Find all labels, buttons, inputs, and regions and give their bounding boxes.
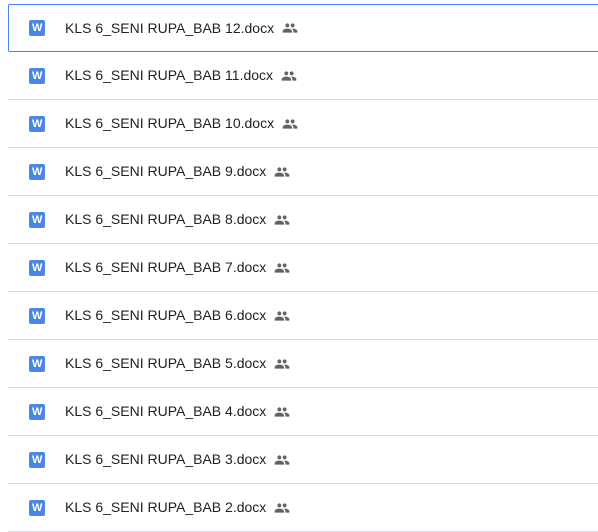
word-doc-icon-letter: W bbox=[32, 453, 42, 466]
shared-people-icon bbox=[274, 500, 290, 516]
file-name-wrap: KLS 6_SENI RUPA_BAB 10.docx bbox=[65, 100, 298, 147]
file-name-cell: KLS 6_SENI RUPA_BAB 6.docx bbox=[65, 292, 290, 339]
word-doc-icon-letter: W bbox=[32, 21, 42, 34]
shared-people-icon bbox=[282, 20, 298, 36]
shared-people-icon bbox=[274, 308, 290, 324]
word-doc-icon-letter: W bbox=[32, 165, 42, 178]
file-row[interactable]: W KLS 6_SENI RUPA_BAB 10.docx bbox=[8, 100, 598, 148]
shared-people-icon bbox=[274, 212, 290, 228]
word-doc-icon: W bbox=[29, 356, 45, 372]
word-doc-icon: W bbox=[29, 68, 45, 84]
shared-people-icon bbox=[281, 68, 297, 84]
file-name[interactable]: KLS 6_SENI RUPA_BAB 2.docx bbox=[65, 484, 266, 531]
file-row[interactable]: W KLS 6_SENI RUPA_BAB 3.docx bbox=[8, 436, 598, 484]
file-name[interactable]: KLS 6_SENI RUPA_BAB 9.docx bbox=[65, 148, 266, 195]
file-name-wrap: KLS 6_SENI RUPA_BAB 12.docx bbox=[65, 5, 298, 51]
word-doc-icon-letter: W bbox=[32, 501, 42, 514]
shared-people-icon bbox=[274, 404, 290, 420]
file-name[interactable]: KLS 6_SENI RUPA_BAB 11.docx bbox=[65, 52, 273, 99]
file-name-wrap: KLS 6_SENI RUPA_BAB 8.docx bbox=[65, 196, 290, 243]
file-name[interactable]: KLS 6_SENI RUPA_BAB 7.docx bbox=[65, 244, 266, 291]
shared-people-icon bbox=[274, 164, 290, 180]
word-doc-icon: W bbox=[29, 260, 45, 276]
file-row[interactable]: W KLS 6_SENI RUPA_BAB 5.docx bbox=[8, 340, 598, 388]
file-name-cell: KLS 6_SENI RUPA_BAB 7.docx bbox=[65, 244, 290, 291]
word-doc-icon: W bbox=[29, 452, 45, 468]
shared-people-icon bbox=[274, 356, 290, 372]
word-doc-icon-letter: W bbox=[32, 213, 42, 226]
file-row[interactable]: W KLS 6_SENI RUPA_BAB 6.docx bbox=[8, 292, 598, 340]
file-list: W KLS 6_SENI RUPA_BAB 12.docx W KLS 6_SENI … bbox=[0, 0, 598, 532]
file-name[interactable]: KLS 6_SENI RUPA_BAB 3.docx bbox=[65, 436, 266, 483]
word-doc-icon: W bbox=[29, 404, 45, 420]
word-doc-icon: W bbox=[29, 308, 45, 324]
file-name-wrap: KLS 6_SENI RUPA_BAB 2.docx bbox=[65, 484, 290, 531]
file-name-cell: KLS 6_SENI RUPA_BAB 8.docx bbox=[65, 196, 290, 243]
shared-people-icon bbox=[274, 452, 290, 468]
file-row[interactable]: W KLS 6_SENI RUPA_BAB 4.docx bbox=[8, 388, 598, 436]
file-name-cell: KLS 6_SENI RUPA_BAB 11.docx bbox=[65, 52, 297, 99]
file-row[interactable]: W KLS 6_SENI RUPA_BAB 2.docx bbox=[8, 484, 598, 532]
file-row[interactable]: W KLS 6_SENI RUPA_BAB 11.docx bbox=[8, 52, 598, 100]
file-name-wrap: KLS 6_SENI RUPA_BAB 9.docx bbox=[65, 148, 290, 195]
file-row[interactable]: W KLS 6_SENI RUPA_BAB 9.docx bbox=[8, 148, 598, 196]
file-name[interactable]: KLS 6_SENI RUPA_BAB 4.docx bbox=[65, 388, 266, 435]
file-name-wrap: KLS 6_SENI RUPA_BAB 6.docx bbox=[65, 292, 290, 339]
file-name-cell: KLS 6_SENI RUPA_BAB 10.docx bbox=[65, 100, 298, 147]
shared-people-icon bbox=[282, 116, 298, 132]
file-name-cell: KLS 6_SENI RUPA_BAB 12.docx bbox=[65, 5, 298, 51]
file-name-wrap: KLS 6_SENI RUPA_BAB 7.docx bbox=[65, 244, 290, 291]
word-doc-icon-letter: W bbox=[32, 261, 42, 274]
file-name-cell: KLS 6_SENI RUPA_BAB 2.docx bbox=[65, 484, 290, 531]
file-name[interactable]: KLS 6_SENI RUPA_BAB 6.docx bbox=[65, 292, 266, 339]
file-name-wrap: KLS 6_SENI RUPA_BAB 3.docx bbox=[65, 436, 290, 483]
shared-people-icon bbox=[274, 260, 290, 276]
file-name-wrap: KLS 6_SENI RUPA_BAB 11.docx bbox=[65, 52, 297, 99]
file-name[interactable]: KLS 6_SENI RUPA_BAB 12.docx bbox=[65, 5, 274, 51]
file-row[interactable]: W KLS 6_SENI RUPA_BAB 8.docx bbox=[8, 196, 598, 244]
word-doc-icon-letter: W bbox=[32, 357, 42, 370]
file-name-cell: KLS 6_SENI RUPA_BAB 5.docx bbox=[65, 340, 290, 387]
file-name-cell: KLS 6_SENI RUPA_BAB 3.docx bbox=[65, 436, 290, 483]
word-doc-icon-letter: W bbox=[32, 309, 42, 322]
file-name-cell: KLS 6_SENI RUPA_BAB 9.docx bbox=[65, 148, 290, 195]
file-name-cell: KLS 6_SENI RUPA_BAB 4.docx bbox=[65, 388, 290, 435]
word-doc-icon-letter: W bbox=[32, 117, 42, 130]
file-name-wrap: KLS 6_SENI RUPA_BAB 4.docx bbox=[65, 388, 290, 435]
word-doc-icon-letter: W bbox=[32, 405, 42, 418]
word-doc-icon: W bbox=[29, 212, 45, 228]
file-row[interactable]: W KLS 6_SENI RUPA_BAB 12.docx bbox=[8, 4, 598, 52]
word-doc-icon: W bbox=[29, 116, 45, 132]
file-name[interactable]: KLS 6_SENI RUPA_BAB 10.docx bbox=[65, 100, 274, 147]
word-doc-icon: W bbox=[29, 20, 45, 36]
word-doc-icon-letter: W bbox=[32, 69, 42, 82]
file-row[interactable]: W KLS 6_SENI RUPA_BAB 7.docx bbox=[8, 244, 598, 292]
file-name-wrap: KLS 6_SENI RUPA_BAB 5.docx bbox=[65, 340, 290, 387]
word-doc-icon: W bbox=[29, 164, 45, 180]
file-name[interactable]: KLS 6_SENI RUPA_BAB 8.docx bbox=[65, 196, 266, 243]
word-doc-icon: W bbox=[29, 500, 45, 516]
file-name[interactable]: KLS 6_SENI RUPA_BAB 5.docx bbox=[65, 340, 266, 387]
